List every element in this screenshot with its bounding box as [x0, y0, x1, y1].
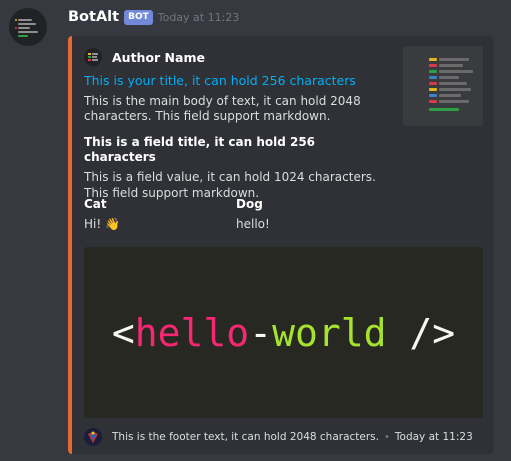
superhero-footer-icon: [84, 428, 102, 446]
footer-separator: •: [383, 431, 390, 443]
embed-author: Author Name: [84, 48, 205, 66]
code-editor-author-icon: [84, 48, 102, 66]
embed-author-name: Author Name: [112, 49, 205, 65]
code-punctuation: -: [249, 310, 273, 355]
bot-tag: BOT: [124, 9, 153, 25]
field-title: Cat: [84, 197, 107, 211]
username[interactable]: BotAlt: [68, 9, 119, 25]
chat-message: BotAlt BOT Today at 11:23 Author Name Th…: [0, 0, 511, 461]
embed-title-link[interactable]: This is your title, it can hold 256 char…: [84, 73, 356, 88]
embed-field-inline: Cat Hi! 👋: [84, 197, 224, 232]
code-word: world: [272, 310, 387, 355]
field-value: Hi! 👋: [84, 217, 120, 231]
footer-text: This is the footer text, it can hold 204…: [112, 431, 379, 443]
embed-image[interactable]: < hello - world />: [84, 247, 483, 418]
code-word: hello: [134, 310, 250, 355]
code-punctuation: <: [111, 310, 135, 355]
code-punctuation: />: [386, 310, 456, 355]
code-editor-avatar-icon[interactable]: [9, 8, 47, 46]
embed-field-inline: Dog hello!: [236, 197, 376, 232]
field-title: Dog: [236, 197, 263, 211]
code-editor-thumbnail[interactable]: [403, 46, 483, 126]
field-value: hello!: [236, 217, 270, 231]
embed-field: This is a field title, it can hold 256 c…: [84, 135, 384, 201]
field-title: This is a field title, it can hold 256 c…: [84, 135, 316, 164]
message-header: BotAlt BOT Today at 11:23: [68, 7, 239, 27]
embed-color-pill: [68, 36, 72, 454]
message-timestamp: Today at 11:23: [157, 10, 240, 24]
footer-timestamp: Today at 11:23: [394, 431, 473, 443]
embed-footer: This is the footer text, it can hold 204…: [84, 428, 473, 446]
rich-embed: Author Name This is your title, it can h…: [68, 36, 493, 454]
embed-description: This is the main body of text, it can ho…: [84, 94, 361, 123]
